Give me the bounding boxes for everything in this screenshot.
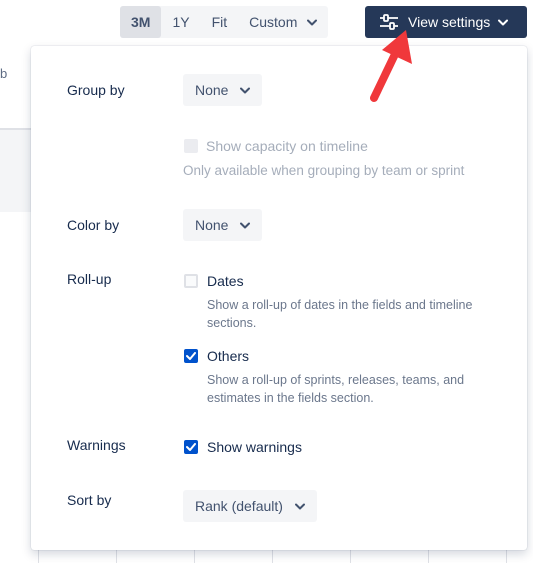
warnings-label: Warnings [67, 437, 126, 453]
zoom-custom-button[interactable]: Custom [238, 6, 328, 38]
rollup-dates-checkbox[interactable] [184, 274, 198, 288]
chevron-down-icon [294, 503, 305, 510]
color-by-select[interactable]: None [183, 209, 263, 241]
show-capacity-label: Show capacity on timeline [206, 138, 368, 154]
show-capacity-checkbox[interactable] [184, 139, 198, 153]
view-settings-label: View settings [408, 14, 491, 30]
rollup-others-checkbox[interactable] [184, 349, 198, 363]
annotation-arrow-icon [370, 30, 412, 102]
zoom-3m-button[interactable]: 3M [120, 6, 162, 38]
group-by-select[interactable]: None [183, 74, 263, 106]
checkmark-icon [186, 443, 196, 451]
color-by-value: None [195, 217, 229, 233]
chevron-down-icon [240, 87, 251, 94]
timeline-zoom-control: 3M 1Y Fit Custom [120, 6, 329, 38]
rollup-dates-help-line2: sections. [207, 316, 257, 330]
sort-by-select[interactable]: Rank (default) [183, 490, 317, 522]
color-by-label: Color by [67, 217, 120, 233]
group-by-value: None [195, 82, 229, 98]
show-warnings-checkbox[interactable] [184, 440, 198, 454]
checkmark-icon [186, 352, 196, 360]
background-timeline-grid [38, 548, 533, 563]
rollup-others-help-line2: estimates in the fields section. [207, 391, 374, 405]
rollup-others-help-line1: Show a roll-up of sprints, releases, tea… [207, 373, 465, 387]
zoom-custom-label: Custom [249, 14, 298, 30]
view-settings-panel: Group by None Show capacity on timeline … [31, 46, 527, 550]
rollup-dates-label: Dates [207, 273, 244, 289]
group-by-label: Group by [67, 82, 125, 98]
chevron-down-icon [240, 222, 251, 229]
chevron-down-icon [307, 19, 318, 26]
chevron-down-icon [498, 19, 509, 26]
rollup-dates-help-line1: Show a roll-up of dates in the fields an… [207, 298, 473, 312]
sort-by-label: Sort by [67, 492, 112, 508]
background-text-fragment: b [0, 66, 8, 81]
show-capacity-help: Only available when grouping by team or … [183, 163, 465, 178]
rollup-label: Roll-up [67, 271, 112, 287]
zoom-fit-button[interactable]: Fit [201, 6, 239, 38]
sort-by-value: Rank (default) [195, 498, 283, 514]
show-warnings-label: Show warnings [207, 439, 302, 455]
zoom-1y-button[interactable]: 1Y [161, 6, 200, 38]
rollup-others-label: Others [207, 348, 250, 364]
